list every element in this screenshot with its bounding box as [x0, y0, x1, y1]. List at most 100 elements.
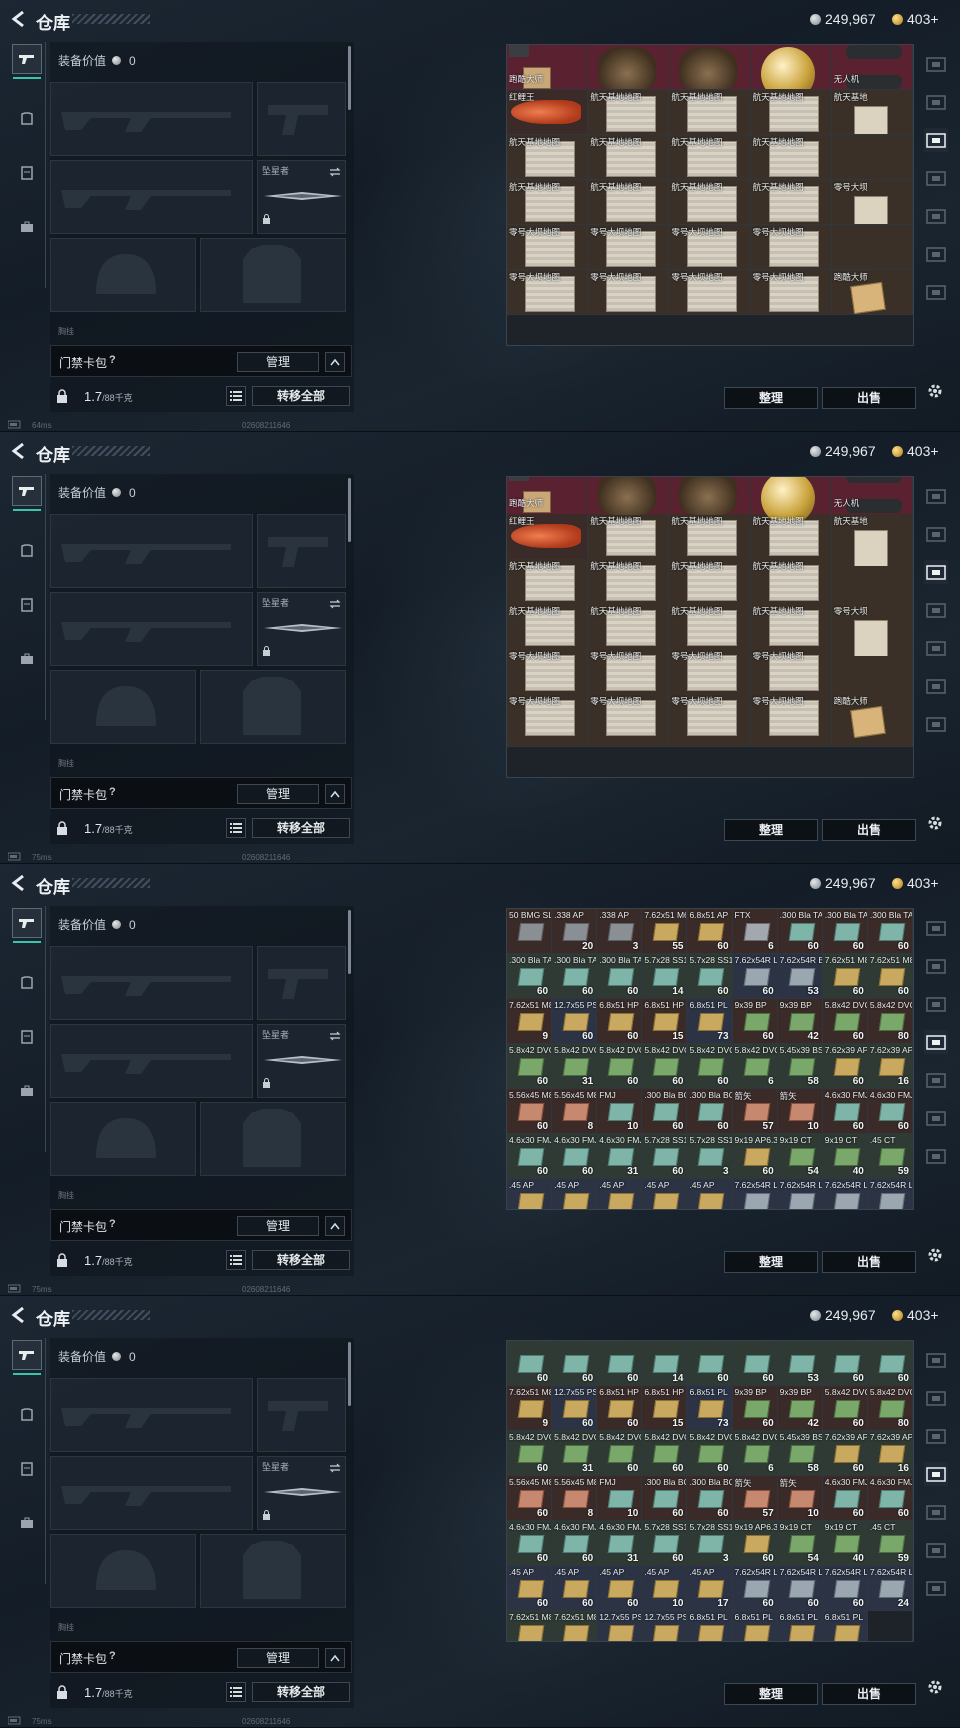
grid-cell[interactable]: 9x19 CT 54 — [777, 1134, 823, 1179]
secondary-weapon-slot[interactable] — [50, 160, 253, 234]
silver-currency[interactable]: 249,967 — [810, 10, 876, 28]
grid-cell[interactable]: 7.62x39 AP 16 — [867, 1431, 913, 1476]
grid-cell[interactable]: 5.8x42 DVC12+P 31 — [552, 1044, 598, 1089]
grid-cell[interactable]: 50 BMG SLAP — [507, 909, 553, 954]
storage-tab-4[interactable] — [924, 1462, 948, 1486]
grid-cell[interactable]: 7.62x39 AP 60 — [822, 1044, 868, 1089]
grid-cell[interactable]: 航天基地地图 — [507, 135, 589, 180]
grid-cell[interactable]: 9x39 BP 42 — [777, 999, 823, 1044]
grid-cell[interactable]: 7.62x54R LPS60 — [822, 1179, 868, 1209]
storage-tab-5[interactable] — [924, 1068, 948, 1092]
grid-cell[interactable]: 9x19 CT 40 — [822, 1134, 868, 1179]
grid-cell[interactable]: 4.6x30 FMJ 60 — [867, 1089, 913, 1134]
grid-cell[interactable]: 60 — [732, 1341, 778, 1386]
grid-cell[interactable]: 9x19 CT 40 — [822, 1521, 868, 1566]
settings-button[interactable] — [926, 814, 944, 837]
helmet-slot[interactable] — [50, 1102, 196, 1176]
grid-cell[interactable]: 零号大坝地图 — [669, 694, 751, 747]
grid-cell[interactable]: 7.62x54R LPS60 — [777, 1179, 823, 1209]
grid-cell[interactable]: 60 — [507, 1341, 553, 1386]
grid-cell[interactable]: 7.62x51 M80 9 — [507, 999, 553, 1044]
melee-slot[interactable]: 坠星者 — [257, 1456, 346, 1530]
grid-cell[interactable]: 零号大坝地图 — [669, 270, 751, 315]
grid-cell[interactable]: 5.8x42 DVC12 60 — [597, 1431, 643, 1476]
grid-cell[interactable] — [831, 225, 913, 270]
grid-cell[interactable]: 航天基地地图 — [588, 90, 670, 135]
sort-button[interactable]: 整理 — [724, 387, 818, 409]
grid-cell[interactable]: 6.8x51 PL82 — [777, 1611, 823, 1641]
grid-cell[interactable]: 7.62x54R LPS 24 — [867, 1566, 913, 1611]
melee-slot[interactable]: 坠星者 — [257, 592, 346, 666]
grid-cell[interactable]: 5.56x45 M855 60 — [507, 1476, 553, 1521]
grid-cell[interactable]: 5.8x42 DVC12 60 — [642, 1431, 688, 1476]
storage-tab-2[interactable] — [924, 522, 948, 546]
grid-cell[interactable]: 箭矢 10 — [777, 1476, 823, 1521]
manage-button[interactable]: 管理 — [237, 1648, 319, 1668]
transfer-all-button[interactable]: 转移全部 — [252, 386, 350, 406]
grid-cell[interactable]: 12.7x55 PS12A60 — [597, 1611, 643, 1641]
helmet-slot[interactable] — [50, 238, 196, 312]
list-view-button[interactable] — [226, 1250, 246, 1270]
grid-cell[interactable]: 6.8x51 HP 15 — [642, 999, 688, 1044]
grid-cell[interactable]: 9x39 BP 60 — [732, 1386, 778, 1431]
tab-weapons[interactable] — [12, 44, 42, 79]
helmet-slot[interactable] — [50, 670, 196, 744]
grid-cell[interactable]: 航天基地地图 — [750, 180, 832, 225]
grid-cell[interactable]: 航天基地地图 — [669, 180, 751, 225]
grid-cell[interactable]: .45 AP60 — [552, 1179, 598, 1209]
grid-cell[interactable]: 7.62x39 AP 16 — [867, 1044, 913, 1089]
grid-cell[interactable]: 航天基地地图 — [588, 180, 670, 225]
grid-cell[interactable]: FMJ 10 — [597, 1476, 643, 1521]
grid-cell[interactable]: .45 AP 17 — [687, 1566, 733, 1611]
grid-cell[interactable]: 零号大坝地图 — [507, 225, 589, 270]
grid-cell[interactable]: 7.62x54R BT 53 — [777, 954, 823, 999]
grid-cell[interactable]: 5.7x28 SS190 60 — [687, 954, 733, 999]
grid-cell[interactable]: 零号大坝地图 — [588, 270, 670, 315]
body-armor-slot[interactable] — [200, 670, 346, 744]
grid-cell[interactable]: 14 — [642, 1341, 688, 1386]
sell-button[interactable]: 出售 — [822, 1683, 916, 1705]
melee-slot[interactable]: 坠星者 — [257, 1024, 346, 1098]
grid-cell[interactable]: .300 Bla TAC-X 60 — [777, 909, 823, 954]
grid-cell[interactable]: 60 — [867, 1341, 913, 1386]
grid-cell[interactable]: .45 AP60 — [597, 1566, 643, 1611]
manage-button[interactable]: 管理 — [237, 784, 319, 804]
storage-tab-7[interactable] — [924, 1144, 948, 1168]
tab-armor[interactable] — [12, 1400, 42, 1430]
grid-cell[interactable]: 箭矢 10 — [777, 1089, 823, 1134]
tab-rig[interactable] — [12, 1454, 42, 1484]
helmet-slot[interactable] — [50, 1534, 196, 1608]
tab-weapons[interactable] — [12, 476, 42, 511]
storage-tab-7[interactable] — [924, 280, 948, 304]
grid-cell[interactable]: 航天基地地图 — [507, 180, 589, 225]
sort-button[interactable]: 整理 — [724, 1683, 818, 1705]
storage-tab-6[interactable] — [924, 242, 948, 266]
grid-cell[interactable]: 5.8x42 DVC12 60 — [642, 1044, 688, 1089]
storage-tab-5[interactable] — [924, 636, 948, 660]
grid-cell[interactable]: 5.7x28 SS198 3 — [687, 1521, 733, 1566]
help-icon[interactable]: ? — [109, 1218, 116, 1230]
grid-cell[interactable]: 5.8x42 DVC12+P 80 — [867, 1386, 913, 1431]
swap-icon[interactable] — [329, 164, 341, 182]
grid-cell[interactable]: 航天基地地图 — [588, 135, 670, 180]
grid-cell[interactable]: .45 AP60 — [552, 1566, 598, 1611]
swap-icon[interactable] — [329, 1028, 341, 1046]
grid-cell[interactable] — [867, 1611, 913, 1641]
grid-cell[interactable]: 航天基地地图 — [750, 135, 832, 180]
grid-cell[interactable]: 5.8x42 DVC12+P 31 — [552, 1431, 598, 1476]
grid-cell[interactable]: 9x39 BP 42 — [777, 1386, 823, 1431]
pistol-slot[interactable] — [257, 1378, 346, 1452]
equipment-scrollbar[interactable] — [348, 910, 351, 974]
grid-cell[interactable]: 5.8x42 DVC12 6 — [732, 1431, 778, 1476]
storage-tab-5[interactable] — [924, 1500, 948, 1524]
storage-tab-6[interactable] — [924, 674, 948, 698]
grid-cell[interactable]: 5.8x42 DVC12+P 80 — [867, 999, 913, 1044]
storage-tab-2[interactable] — [924, 954, 948, 978]
grid-cell[interactable]: .45 AP60 — [507, 1179, 553, 1209]
silver-currency[interactable]: 249,967 — [810, 442, 876, 460]
grid-cell[interactable]: .300 Bla BCP FMJ 60 — [687, 1476, 733, 1521]
collapse-button[interactable] — [325, 1648, 345, 1668]
grid-cell[interactable]: FTX 6 — [732, 909, 778, 954]
grid-cell[interactable]: FMJ 10 — [597, 1089, 643, 1134]
storage-tab-4[interactable] — [924, 166, 948, 190]
